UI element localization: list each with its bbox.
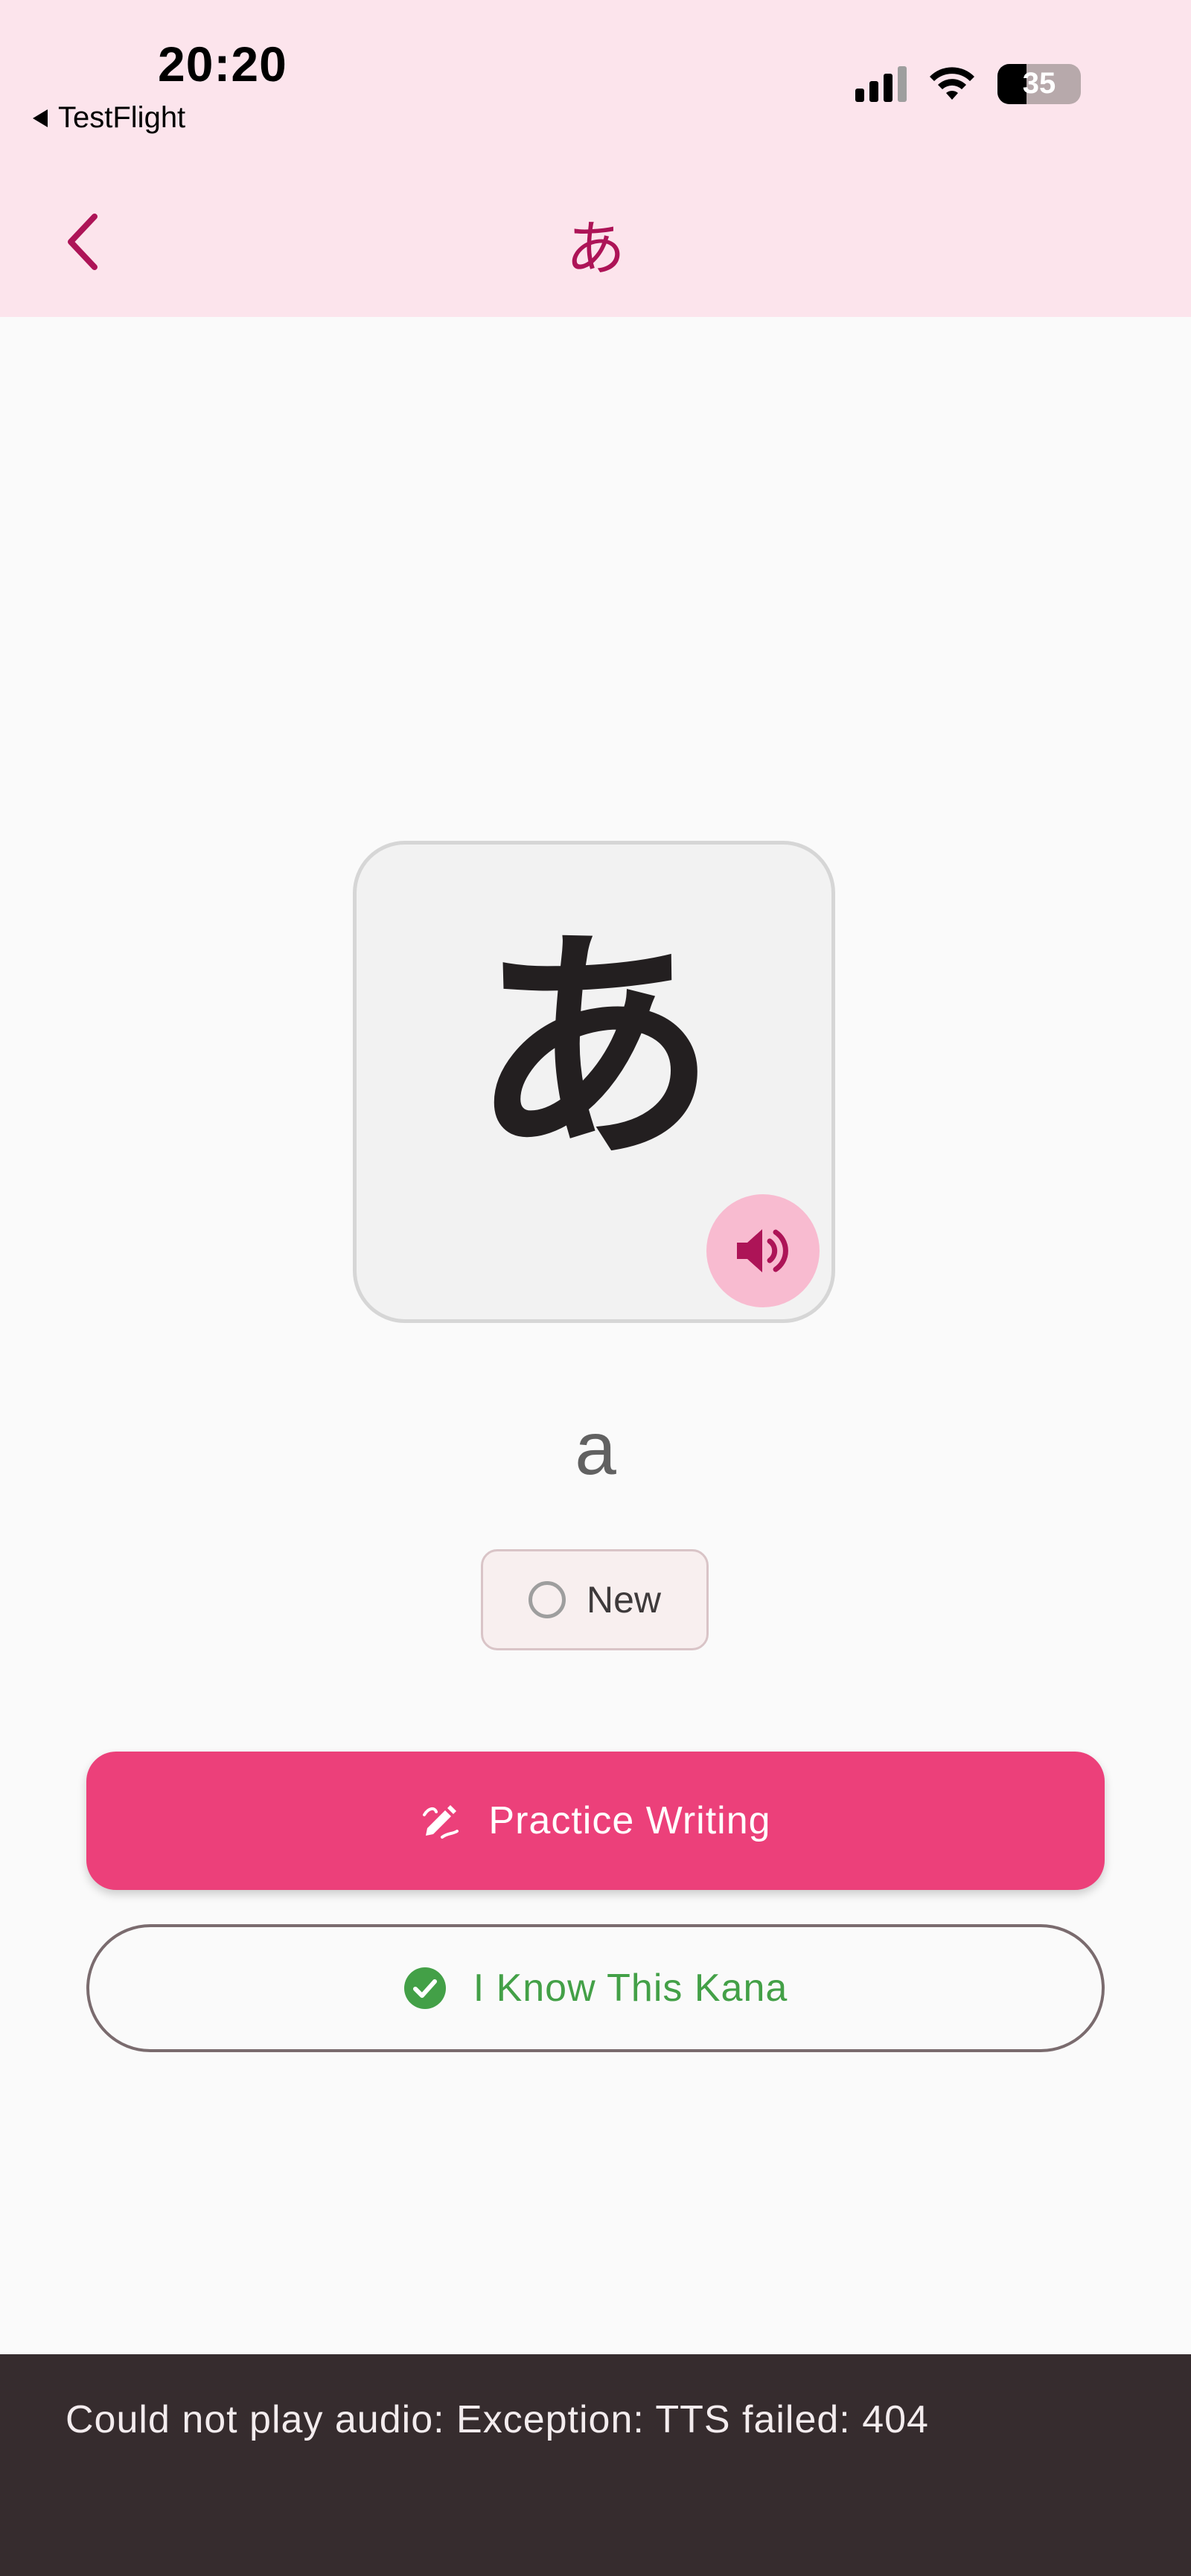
page-title: あ bbox=[566, 214, 625, 283]
back-triangle-icon bbox=[33, 109, 48, 127]
practice-writing-button[interactable]: Practice Writing bbox=[86, 1752, 1105, 1890]
status-indicators: 35 bbox=[855, 64, 1081, 104]
cellular-signal-icon bbox=[855, 66, 907, 102]
kana-character: あ bbox=[471, 906, 717, 1192]
back-app-label: TestFlight bbox=[58, 101, 186, 134]
status-time: 20:20 bbox=[158, 36, 287, 92]
battery-icon: 35 bbox=[997, 64, 1081, 104]
snackbar-message: Could not play audio: Exception: TTS fai… bbox=[66, 2398, 929, 2441]
status-chip-label: New bbox=[586, 1579, 662, 1621]
play-audio-button[interactable] bbox=[706, 1194, 820, 1307]
speaker-icon bbox=[737, 1229, 788, 1272]
battery-percent: 35 bbox=[1022, 67, 1056, 100]
check-circle-icon bbox=[403, 1967, 446, 2009]
screen: 20:20 TestFlight 35 あ あ a New Practice W… bbox=[0, 0, 1191, 2576]
status-chip[interactable]: New bbox=[481, 1549, 709, 1650]
draw-icon bbox=[423, 1805, 459, 1839]
error-snackbar: Could not play audio: Exception: TTS fai… bbox=[0, 2354, 1191, 2576]
radio-circle-icon bbox=[528, 1581, 566, 1618]
back-to-app-link[interactable]: TestFlight bbox=[33, 101, 185, 135]
header: 20:20 TestFlight 35 あ bbox=[0, 0, 1191, 317]
know-this-kana-label: I Know This Kana bbox=[473, 1967, 788, 2010]
practice-writing-label: Practice Writing bbox=[488, 1799, 771, 1842]
know-this-kana-button[interactable]: I Know This Kana bbox=[86, 1924, 1105, 2052]
romaji-reading: a bbox=[575, 1407, 616, 1490]
wifi-icon bbox=[930, 67, 974, 100]
kana-card: あ bbox=[353, 841, 835, 1323]
